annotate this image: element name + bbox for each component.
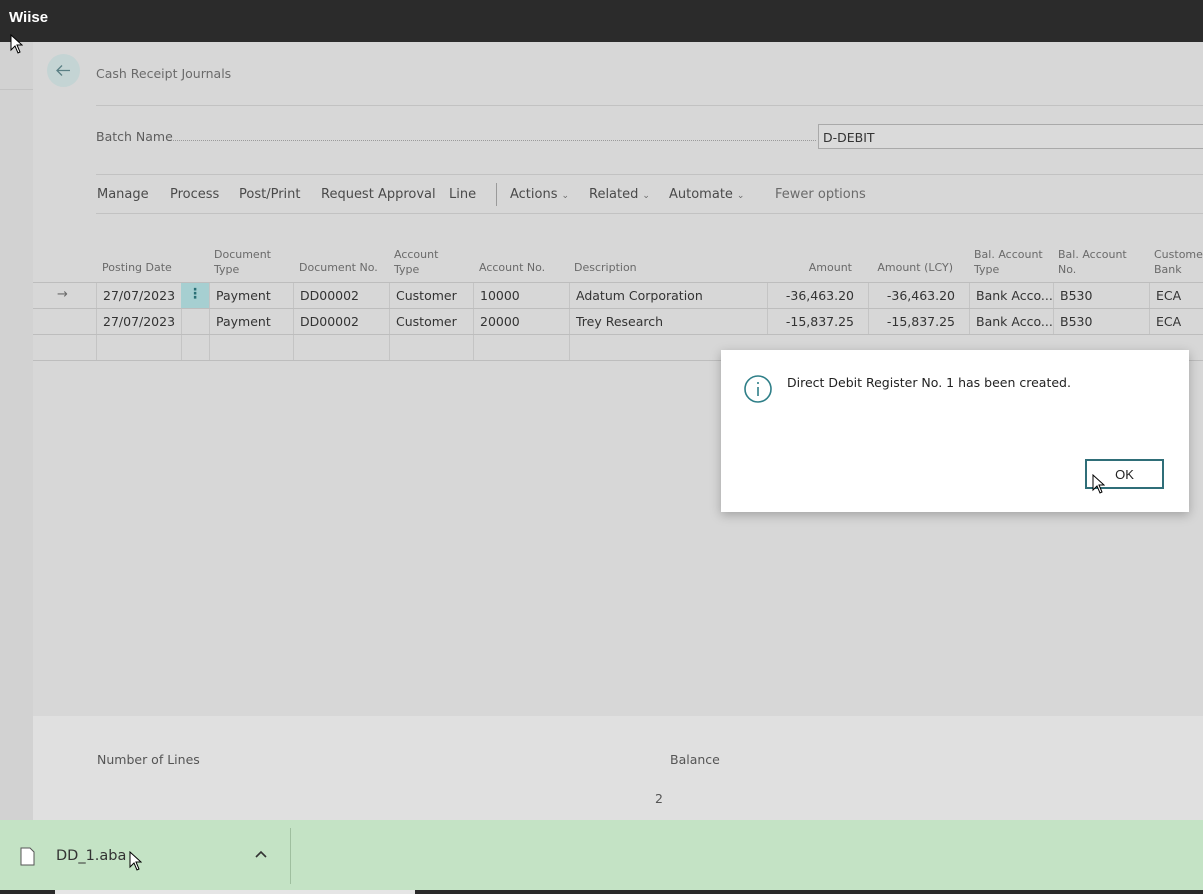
- cell-empty[interactable]: [181, 335, 209, 361]
- dialog-message: Direct Debit Register No. 1 has been cre…: [787, 375, 1071, 390]
- col-bal-account-no-line2: No.: [1058, 263, 1077, 276]
- col-amount[interactable]: Amount: [768, 260, 852, 275]
- file-icon: [20, 847, 35, 866]
- cell-description[interactable]: Adatum Corporation: [569, 283, 767, 309]
- menu-automate-label: Automate: [669, 187, 733, 202]
- menu-automate[interactable]: Automate ⌄: [669, 187, 744, 202]
- info-icon: [744, 375, 772, 403]
- cell-account-type[interactable]: Customer: [389, 283, 473, 309]
- chevron-down-icon: ⌄: [736, 191, 745, 201]
- cell-account-no[interactable]: 10000: [473, 283, 569, 309]
- downloads-bar: DD_1.aba: [0, 820, 1203, 894]
- cell-document-type[interactable]: Payment: [209, 283, 293, 309]
- fewer-options-button[interactable]: Fewer options: [775, 187, 866, 202]
- kebab-icon[interactable]: ⋮: [181, 283, 209, 309]
- cell-document-no[interactable]: DD00002: [293, 283, 389, 309]
- cell-empty[interactable]: [293, 335, 389, 361]
- app-header: Wiise: [0, 0, 1203, 42]
- col-bal-account-type[interactable]: Bal. Account Type: [974, 247, 1043, 277]
- number-of-lines-value: 2: [655, 791, 663, 806]
- cell-description[interactable]: Trey Research: [569, 309, 767, 335]
- row-arrow-icon: →: [57, 287, 68, 302]
- col-document-no[interactable]: Document No.: [299, 260, 378, 275]
- col-customer-bank-line2: Bank: [1154, 263, 1182, 276]
- menu-related[interactable]: Related ⌄: [589, 187, 650, 202]
- cell-empty[interactable]: [209, 335, 293, 361]
- menu-manage[interactable]: Manage: [97, 187, 149, 202]
- cell-bal-account-no[interactable]: B530: [1053, 283, 1149, 309]
- info-dialog: Direct Debit Register No. 1 has been cre…: [721, 350, 1189, 512]
- cell-document-no[interactable]: DD00002: [293, 309, 389, 335]
- back-arrow-icon: [56, 65, 70, 76]
- col-amount-lcy[interactable]: Amount (LCY): [869, 260, 953, 275]
- table-row[interactable]: → 27/07/2023 ⋮ Payment DD00002 Customer …: [33, 282, 1203, 309]
- cell-amount[interactable]: -15,837.25: [767, 309, 868, 335]
- download-file-name[interactable]: DD_1.aba: [56, 848, 126, 864]
- back-button[interactable]: [47, 54, 80, 87]
- menu-line[interactable]: Line: [449, 187, 476, 202]
- cell-document-type[interactable]: Payment: [209, 309, 293, 335]
- col-account-type[interactable]: Account Type: [394, 247, 438, 277]
- left-sidebar-strip: [0, 42, 33, 820]
- col-bal-account-no-line1: Bal. Account: [1058, 248, 1127, 261]
- col-document-type-line1: Document: [214, 248, 271, 261]
- cell-bal-account-no[interactable]: B530: [1053, 309, 1149, 335]
- cell-empty[interactable]: [473, 335, 569, 361]
- cell-amount-lcy[interactable]: -36,463.20: [868, 283, 969, 309]
- cell-empty[interactable]: [96, 335, 181, 361]
- cell-customer-bank[interactable]: ECA: [1149, 309, 1203, 335]
- col-customer-bank[interactable]: Customer Bank: [1154, 247, 1203, 277]
- menu-actions-label: Actions: [510, 187, 558, 202]
- col-bal-account-type-line2: Type: [974, 263, 1000, 276]
- cell-amount[interactable]: -36,463.20: [767, 283, 868, 309]
- menu-actions[interactable]: Actions ⌄: [510, 187, 569, 202]
- number-of-lines-label: Number of Lines: [97, 752, 200, 767]
- menu-post-print[interactable]: Post/Print: [239, 187, 300, 202]
- cell-empty[interactable]: [389, 335, 473, 361]
- col-description[interactable]: Description: [574, 260, 637, 275]
- mouse-cursor-icon: [1092, 474, 1105, 494]
- mouse-cursor-icon: [10, 34, 23, 54]
- batch-name-label: Batch Name: [96, 129, 173, 144]
- totals-footer: Number of Lines Balance 2: [33, 716, 1203, 820]
- menu-related-label: Related: [589, 187, 639, 202]
- col-account-no[interactable]: Account No.: [479, 260, 545, 275]
- cell-row-menu[interactable]: [181, 309, 209, 335]
- col-account-type-line2: Type: [394, 263, 420, 276]
- chevron-down-icon: ⌄: [561, 191, 570, 201]
- taskbar: [0, 890, 1203, 894]
- col-customer-bank-line1: Customer: [1154, 248, 1203, 261]
- col-account-type-line1: Account: [394, 248, 439, 261]
- balance-label: Balance: [670, 752, 720, 767]
- cell-posting-date[interactable]: 27/07/2023: [96, 283, 181, 309]
- cell-account-no[interactable]: 20000: [473, 309, 569, 335]
- col-bal-account-no[interactable]: Bal. Account No.: [1058, 247, 1127, 277]
- mouse-cursor-icon: [129, 851, 142, 871]
- col-document-type[interactable]: Document Type: [214, 247, 271, 277]
- table-row[interactable]: 27/07/2023 Payment DD00002 Customer 2000…: [33, 308, 1203, 335]
- cell-customer-bank[interactable]: ECA: [1149, 283, 1203, 309]
- cell-bal-account-type[interactable]: Bank Acco...: [969, 283, 1053, 309]
- batch-name-field[interactable]: D-DEBIT: [818, 124, 1203, 149]
- cell-bal-account-type[interactable]: Bank Acco...: [969, 309, 1053, 335]
- menu-process[interactable]: Process: [170, 187, 219, 202]
- app-brand: Wiise: [9, 9, 49, 26]
- page-title: Cash Receipt Journals: [96, 66, 232, 81]
- cell-amount-lcy[interactable]: -15,837.25: [868, 309, 969, 335]
- col-document-type-line2: Type: [214, 263, 240, 276]
- col-bal-account-type-line1: Bal. Account: [974, 248, 1043, 261]
- col-posting-date[interactable]: Posting Date: [102, 260, 172, 275]
- chevron-up-icon[interactable]: [254, 847, 268, 861]
- menu-request-approval[interactable]: Request Approval: [321, 187, 436, 202]
- cell-account-type[interactable]: Customer: [389, 309, 473, 335]
- chevron-down-icon: ⌄: [642, 191, 650, 201]
- cell-posting-date[interactable]: 27/07/2023: [96, 309, 181, 335]
